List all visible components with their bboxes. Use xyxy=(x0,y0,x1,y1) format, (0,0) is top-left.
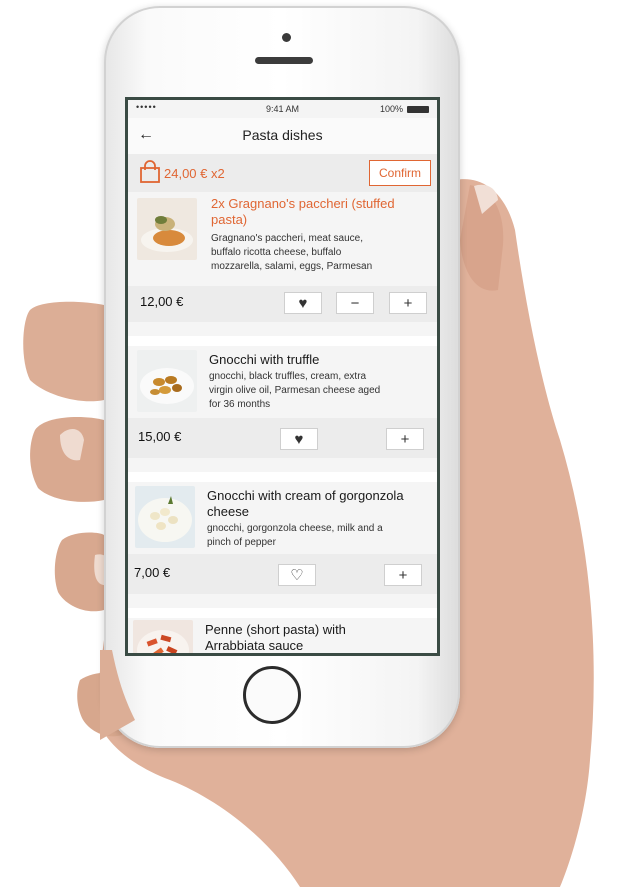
dish-description: gnocchi, gorgonzola cheese, milk and a p… xyxy=(207,523,383,548)
dish-description: gnocchi, black truffles, cream, extra vi… xyxy=(209,371,381,410)
decrease-quantity-button[interactable]: − xyxy=(336,292,374,314)
heart-filled-icon: ♥ xyxy=(294,430,304,448)
earpiece-speaker xyxy=(255,57,313,64)
heart-outline-icon: ♡ xyxy=(290,567,304,584)
dish-description: Gragnano's paccheri, meat sauce, buffalo… xyxy=(211,233,373,272)
favorite-button[interactable]: ♥ xyxy=(284,292,322,314)
dish-name: Gnocchi with truffle xyxy=(209,352,320,367)
dish-name: Gnocchi with cream of gorgonzola cheese xyxy=(207,488,404,519)
increase-quantity-button[interactable]: + xyxy=(386,428,424,450)
increase-quantity-button[interactable]: + xyxy=(384,564,422,586)
dish-name: 2x Gragnano's paccheri (stuffed pasta) xyxy=(211,196,395,227)
dish-name: Penne (short pasta) with Arrabbiata sauc… xyxy=(205,622,346,653)
favorite-button[interactable]: ♥ xyxy=(280,428,318,450)
confirm-button[interactable]: Confirm xyxy=(369,160,431,186)
front-camera xyxy=(282,33,291,42)
battery-icon xyxy=(407,106,429,113)
battery-percent: 100% xyxy=(379,104,403,114)
home-button[interactable] xyxy=(243,666,301,724)
favorite-button[interactable]: ♡ xyxy=(278,564,316,586)
increase-quantity-button[interactable]: + xyxy=(389,292,427,314)
hand-thumb xyxy=(100,650,135,740)
heart-filled-icon: ♥ xyxy=(298,294,308,312)
